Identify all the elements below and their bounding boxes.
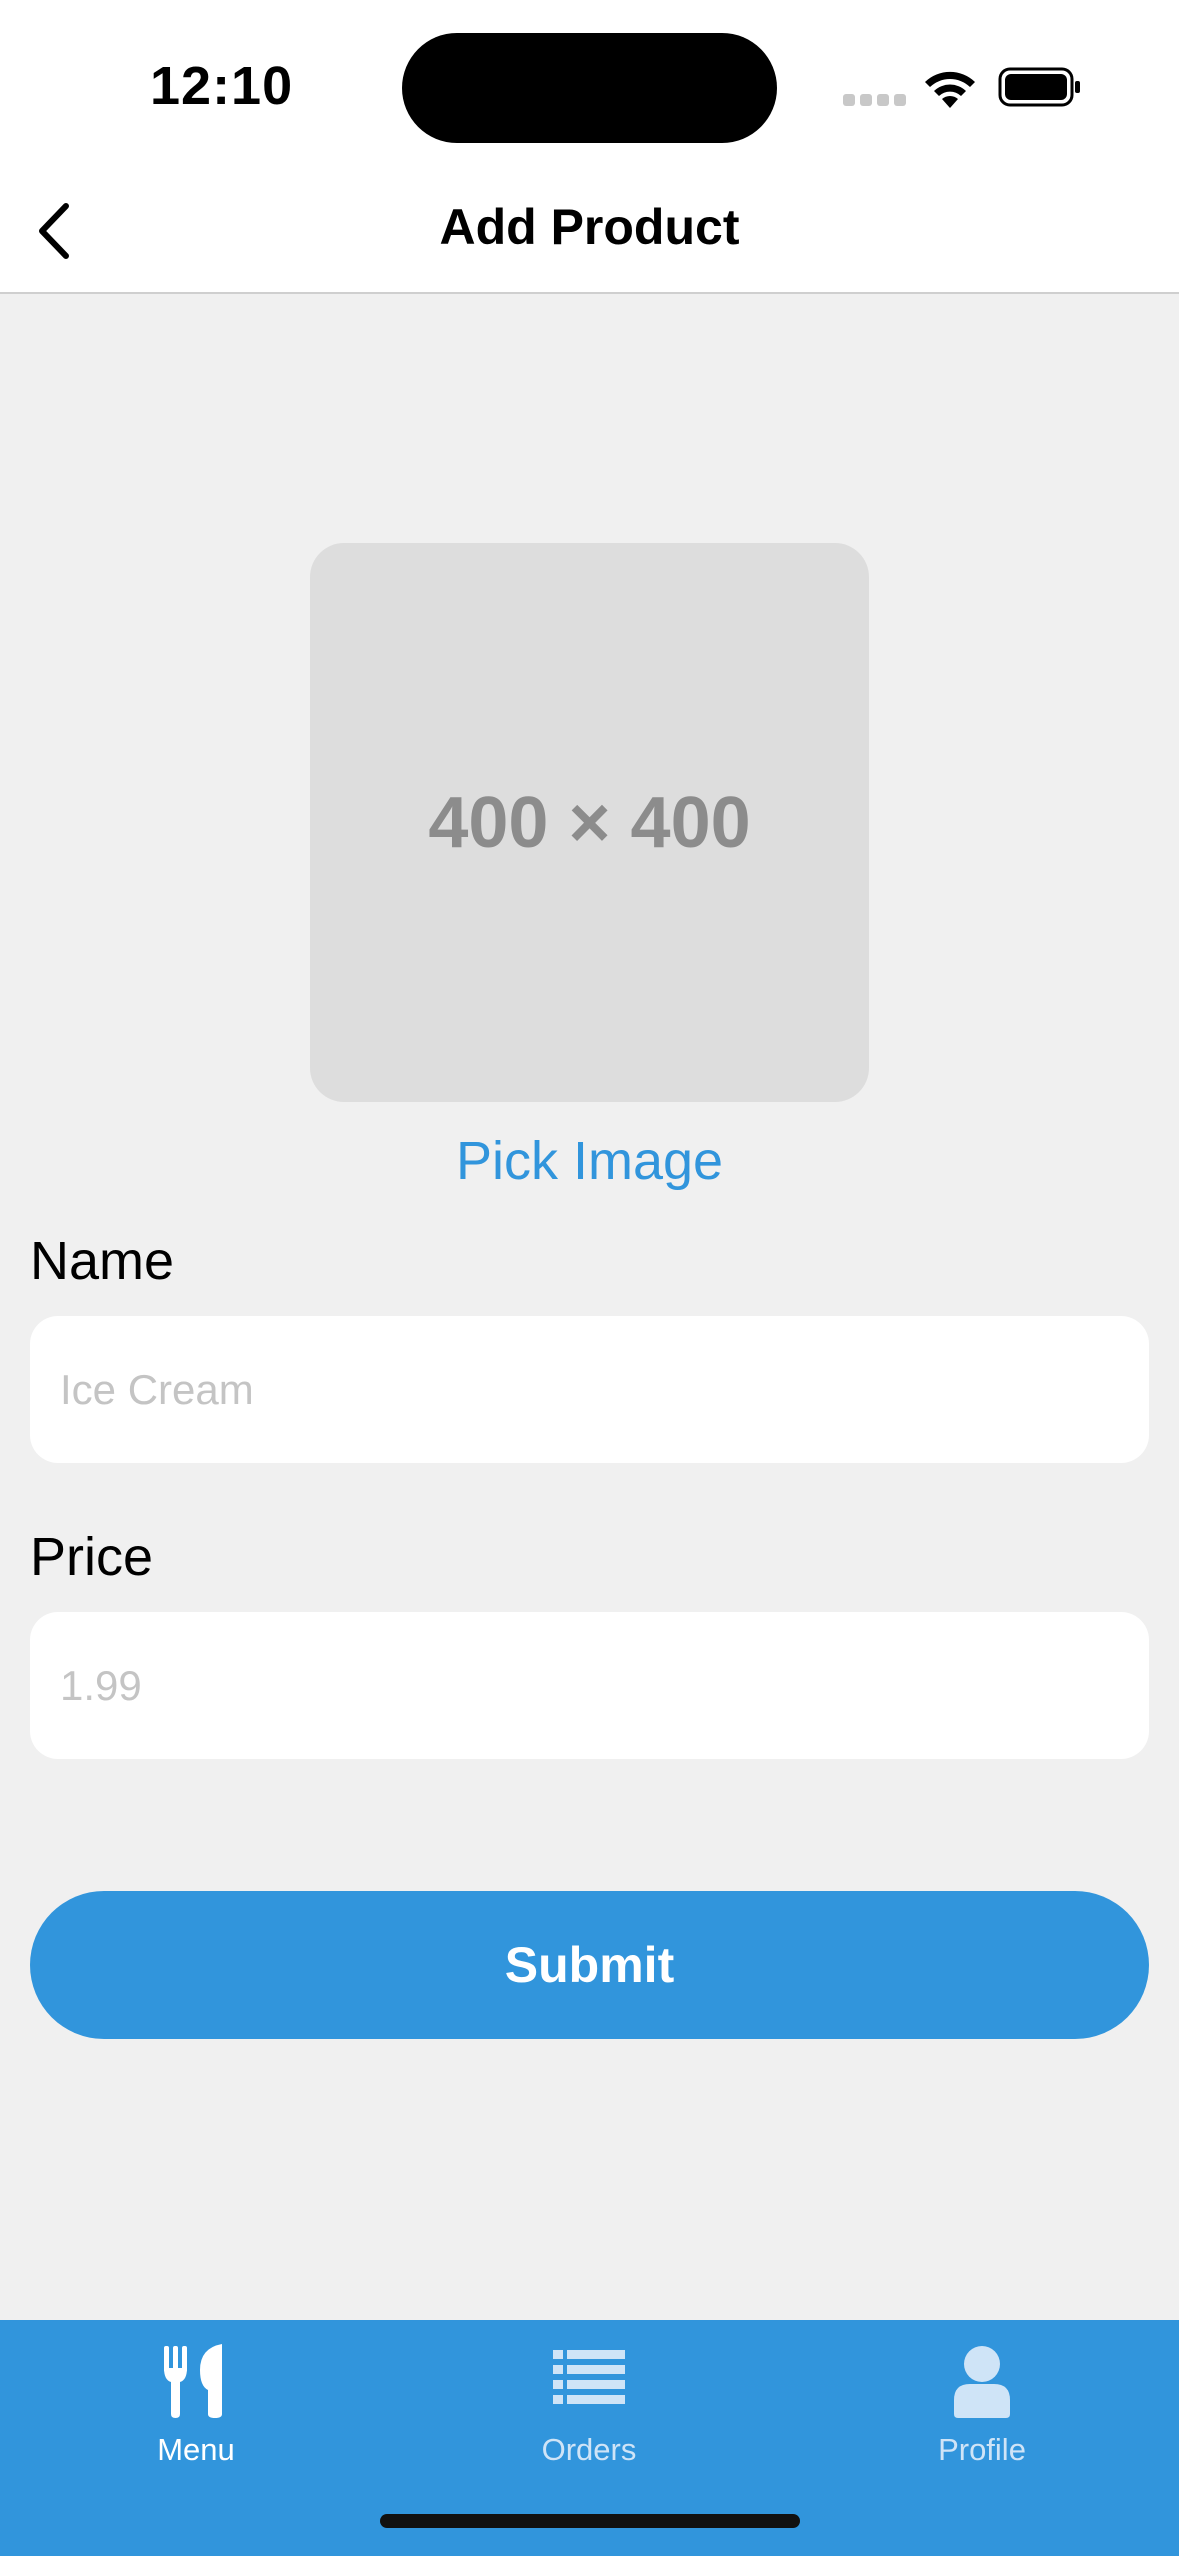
price-label: Price <box>30 1527 154 1587</box>
tab-menu[interactable]: Menu <box>76 2340 316 2500</box>
tab-orders-label: Orders <box>541 2432 637 2467</box>
image-placeholder-text: 400 × 400 <box>428 782 751 863</box>
dynamic-island <box>402 33 777 143</box>
status-time: 12:10 <box>150 56 294 116</box>
page-title: Add Product <box>439 199 740 255</box>
product-image-placeholder[interactable]: 400 × 400 <box>310 543 869 1102</box>
pick-image-button[interactable]: Pick Image <box>0 1130 1179 1192</box>
tab-profile[interactable]: Profile <box>862 2340 1102 2500</box>
fork-knife-icon <box>164 2344 222 2418</box>
status-bar: 12:10 <box>0 0 1179 170</box>
cellular-signal-icon <box>843 94 907 106</box>
name-label: Name <box>30 1231 175 1291</box>
price-input[interactable] <box>30 1612 1149 1759</box>
tab-orders[interactable]: Orders <box>469 2340 709 2500</box>
submit-button[interactable]: Submit <box>30 1891 1149 2039</box>
tab-menu-label: Menu <box>157 2432 235 2467</box>
tab-profile-label: Profile <box>938 2432 1026 2467</box>
add-product-screen: 12:10 Add Product 400 × 400 Pick Image N… <box>0 0 1179 2556</box>
home-indicator <box>380 2514 800 2528</box>
navigation-bar: Add Product <box>0 170 1179 294</box>
battery-icon <box>998 67 1080 107</box>
name-input[interactable] <box>30 1316 1149 1463</box>
wifi-icon <box>925 71 975 108</box>
user-icon <box>954 2346 1010 2418</box>
list-icon <box>553 2350 625 2404</box>
